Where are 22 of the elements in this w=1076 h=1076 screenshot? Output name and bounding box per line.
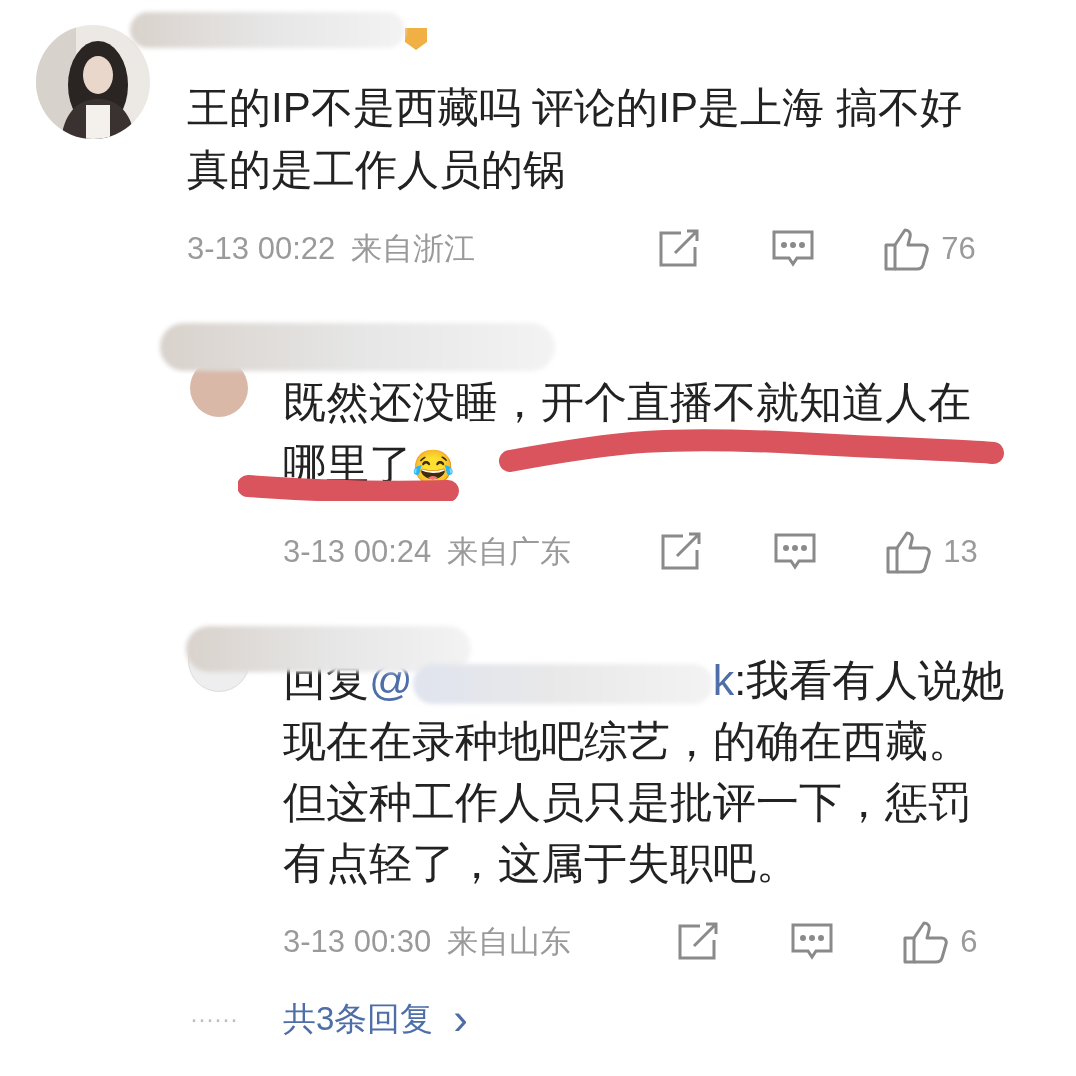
comment-time: 3-13 00:22 xyxy=(187,229,336,268)
like-icon[interactable] xyxy=(902,920,949,964)
more-replies-link[interactable]: 共3条回复 xyxy=(283,994,434,1044)
comment-icon[interactable] xyxy=(771,229,816,269)
comment-text: 王的IP不是西藏吗 评论的IP是上海 搞不好真的是工作人员的锅 xyxy=(187,83,963,195)
like-count: 13 xyxy=(943,532,978,571)
like-icon[interactable] xyxy=(885,530,932,574)
chevron-icon: › xyxy=(453,997,468,1041)
share-icon[interactable] xyxy=(659,532,704,572)
like-count: 6 xyxy=(960,922,978,961)
comment-location: 来自广东 xyxy=(447,532,572,571)
share-icon[interactable] xyxy=(657,229,702,269)
comment-time: 3-13 00:30 xyxy=(283,922,432,961)
comment-icon[interactable] xyxy=(790,922,835,962)
like-icon[interactable] xyxy=(883,227,930,271)
comment-location: 来自浙江 xyxy=(351,229,476,268)
share-icon[interactable] xyxy=(676,922,721,962)
dots-separator: ······ xyxy=(190,1004,239,1034)
comment-time: 3-13 00:24 xyxy=(283,532,432,571)
comment-location: 来自山东 xyxy=(447,922,572,961)
comment-icon[interactable] xyxy=(773,532,818,572)
like-count: 76 xyxy=(941,229,976,268)
